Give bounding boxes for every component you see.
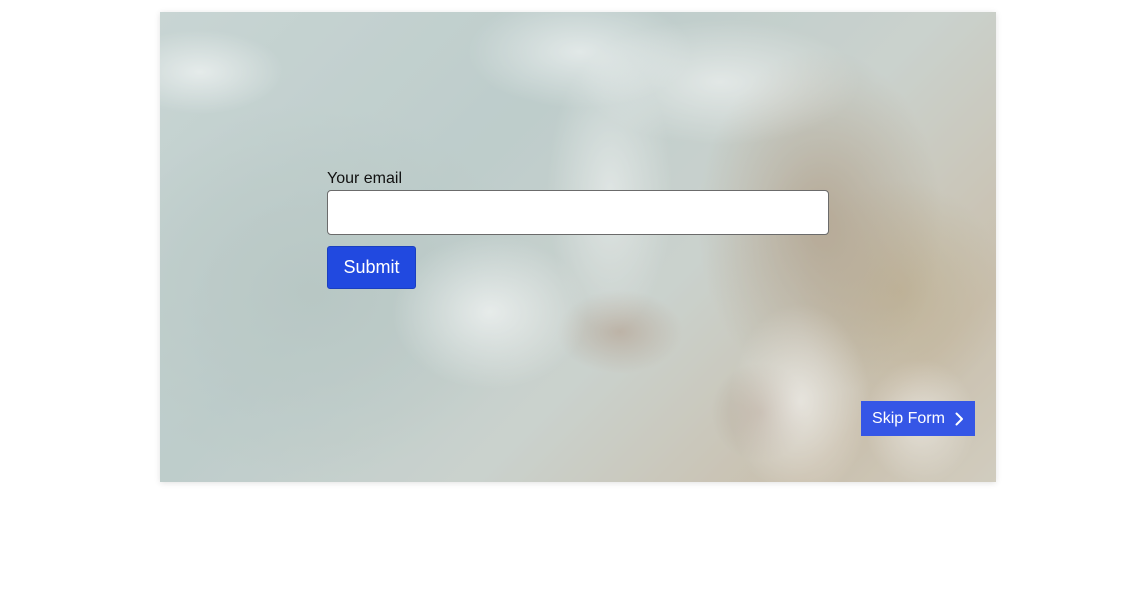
submit-button[interactable]: Submit <box>327 246 416 289</box>
email-input[interactable] <box>327 190 829 235</box>
email-form: Your email Submit <box>327 170 829 289</box>
chevron-right-icon <box>955 412 964 426</box>
skip-form-button[interactable]: Skip Form <box>861 401 975 436</box>
skip-form-label: Skip Form <box>872 409 945 427</box>
email-label: Your email <box>327 170 403 187</box>
signup-card: Your email Submit Skip Form <box>160 12 996 482</box>
